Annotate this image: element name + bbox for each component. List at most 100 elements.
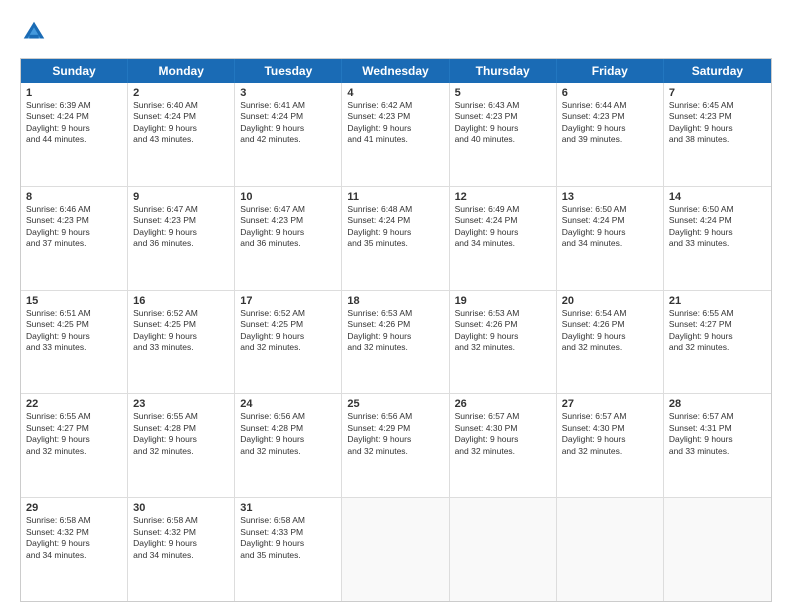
calendar-header-cell: Wednesday <box>342 59 449 83</box>
day-number: 27 <box>562 398 658 410</box>
day-number: 14 <box>669 191 766 203</box>
calendar-cell: 12Sunrise: 6:49 AM Sunset: 4:24 PM Dayli… <box>450 187 557 290</box>
calendar-cell: 26Sunrise: 6:57 AM Sunset: 4:30 PM Dayli… <box>450 394 557 497</box>
day-info: Sunrise: 6:45 AM Sunset: 4:23 PM Dayligh… <box>669 100 766 146</box>
page: SundayMondayTuesdayWednesdayThursdayFrid… <box>0 0 792 612</box>
day-number: 19 <box>455 295 551 307</box>
day-info: Sunrise: 6:55 AM Sunset: 4:27 PM Dayligh… <box>669 308 766 354</box>
day-info: Sunrise: 6:43 AM Sunset: 4:23 PM Dayligh… <box>455 100 551 146</box>
day-info: Sunrise: 6:49 AM Sunset: 4:24 PM Dayligh… <box>455 204 551 250</box>
calendar-cell: 1Sunrise: 6:39 AM Sunset: 4:24 PM Daylig… <box>21 83 128 186</box>
calendar-cell: 22Sunrise: 6:55 AM Sunset: 4:27 PM Dayli… <box>21 394 128 497</box>
day-number: 16 <box>133 295 229 307</box>
day-number: 12 <box>455 191 551 203</box>
calendar-cell: 19Sunrise: 6:53 AM Sunset: 4:26 PM Dayli… <box>450 291 557 394</box>
day-info: Sunrise: 6:56 AM Sunset: 4:28 PM Dayligh… <box>240 411 336 457</box>
calendar-cell: 24Sunrise: 6:56 AM Sunset: 4:28 PM Dayli… <box>235 394 342 497</box>
calendar: SundayMondayTuesdayWednesdayThursdayFrid… <box>20 58 772 602</box>
calendar-cell: 7Sunrise: 6:45 AM Sunset: 4:23 PM Daylig… <box>664 83 771 186</box>
calendar-cell: 13Sunrise: 6:50 AM Sunset: 4:24 PM Dayli… <box>557 187 664 290</box>
day-info: Sunrise: 6:57 AM Sunset: 4:30 PM Dayligh… <box>455 411 551 457</box>
day-info: Sunrise: 6:57 AM Sunset: 4:31 PM Dayligh… <box>669 411 766 457</box>
day-number: 30 <box>133 502 229 514</box>
calendar-cell: 4Sunrise: 6:42 AM Sunset: 4:23 PM Daylig… <box>342 83 449 186</box>
day-info: Sunrise: 6:54 AM Sunset: 4:26 PM Dayligh… <box>562 308 658 354</box>
calendar-cell: 16Sunrise: 6:52 AM Sunset: 4:25 PM Dayli… <box>128 291 235 394</box>
day-info: Sunrise: 6:41 AM Sunset: 4:24 PM Dayligh… <box>240 100 336 146</box>
day-number: 15 <box>26 295 122 307</box>
day-info: Sunrise: 6:51 AM Sunset: 4:25 PM Dayligh… <box>26 308 122 354</box>
day-number: 31 <box>240 502 336 514</box>
day-info: Sunrise: 6:50 AM Sunset: 4:24 PM Dayligh… <box>562 204 658 250</box>
calendar-cell: 10Sunrise: 6:47 AM Sunset: 4:23 PM Dayli… <box>235 187 342 290</box>
calendar-header-cell: Friday <box>557 59 664 83</box>
calendar-header-cell: Tuesday <box>235 59 342 83</box>
day-info: Sunrise: 6:58 AM Sunset: 4:32 PM Dayligh… <box>26 515 122 561</box>
calendar-header-cell: Sunday <box>21 59 128 83</box>
day-info: Sunrise: 6:52 AM Sunset: 4:25 PM Dayligh… <box>240 308 336 354</box>
calendar-body: 1Sunrise: 6:39 AM Sunset: 4:24 PM Daylig… <box>21 83 771 601</box>
calendar-cell: 5Sunrise: 6:43 AM Sunset: 4:23 PM Daylig… <box>450 83 557 186</box>
calendar-cell: 17Sunrise: 6:52 AM Sunset: 4:25 PM Dayli… <box>235 291 342 394</box>
day-number: 17 <box>240 295 336 307</box>
day-number: 1 <box>26 87 122 99</box>
day-info: Sunrise: 6:58 AM Sunset: 4:33 PM Dayligh… <box>240 515 336 561</box>
calendar-cell: 31Sunrise: 6:58 AM Sunset: 4:33 PM Dayli… <box>235 498 342 601</box>
day-info: Sunrise: 6:39 AM Sunset: 4:24 PM Dayligh… <box>26 100 122 146</box>
calendar-cell: 11Sunrise: 6:48 AM Sunset: 4:24 PM Dayli… <box>342 187 449 290</box>
calendar-cell: 3Sunrise: 6:41 AM Sunset: 4:24 PM Daylig… <box>235 83 342 186</box>
calendar-cell: 27Sunrise: 6:57 AM Sunset: 4:30 PM Dayli… <box>557 394 664 497</box>
logo-icon <box>20 18 48 46</box>
calendar-header-cell: Saturday <box>664 59 771 83</box>
day-info: Sunrise: 6:48 AM Sunset: 4:24 PM Dayligh… <box>347 204 443 250</box>
calendar-cell <box>342 498 449 601</box>
day-number: 8 <box>26 191 122 203</box>
day-number: 9 <box>133 191 229 203</box>
day-number: 6 <box>562 87 658 99</box>
calendar-cell <box>664 498 771 601</box>
day-info: Sunrise: 6:47 AM Sunset: 4:23 PM Dayligh… <box>240 204 336 250</box>
day-info: Sunrise: 6:40 AM Sunset: 4:24 PM Dayligh… <box>133 100 229 146</box>
calendar-cell <box>450 498 557 601</box>
day-number: 22 <box>26 398 122 410</box>
calendar-row: 15Sunrise: 6:51 AM Sunset: 4:25 PM Dayli… <box>21 291 771 395</box>
calendar-cell: 23Sunrise: 6:55 AM Sunset: 4:28 PM Dayli… <box>128 394 235 497</box>
calendar-cell: 9Sunrise: 6:47 AM Sunset: 4:23 PM Daylig… <box>128 187 235 290</box>
day-number: 23 <box>133 398 229 410</box>
calendar-cell: 30Sunrise: 6:58 AM Sunset: 4:32 PM Dayli… <box>128 498 235 601</box>
day-number: 26 <box>455 398 551 410</box>
calendar-cell <box>557 498 664 601</box>
day-number: 20 <box>562 295 658 307</box>
calendar-row: 22Sunrise: 6:55 AM Sunset: 4:27 PM Dayli… <box>21 394 771 498</box>
header <box>20 18 772 46</box>
calendar-cell: 14Sunrise: 6:50 AM Sunset: 4:24 PM Dayli… <box>664 187 771 290</box>
day-number: 28 <box>669 398 766 410</box>
calendar-header: SundayMondayTuesdayWednesdayThursdayFrid… <box>21 59 771 83</box>
day-info: Sunrise: 6:55 AM Sunset: 4:28 PM Dayligh… <box>133 411 229 457</box>
calendar-cell: 21Sunrise: 6:55 AM Sunset: 4:27 PM Dayli… <box>664 291 771 394</box>
calendar-row: 1Sunrise: 6:39 AM Sunset: 4:24 PM Daylig… <box>21 83 771 187</box>
day-info: Sunrise: 6:53 AM Sunset: 4:26 PM Dayligh… <box>455 308 551 354</box>
calendar-row: 29Sunrise: 6:58 AM Sunset: 4:32 PM Dayli… <box>21 498 771 601</box>
calendar-cell: 28Sunrise: 6:57 AM Sunset: 4:31 PM Dayli… <box>664 394 771 497</box>
day-number: 7 <box>669 87 766 99</box>
logo <box>20 18 52 46</box>
day-info: Sunrise: 6:53 AM Sunset: 4:26 PM Dayligh… <box>347 308 443 354</box>
calendar-cell: 2Sunrise: 6:40 AM Sunset: 4:24 PM Daylig… <box>128 83 235 186</box>
calendar-cell: 8Sunrise: 6:46 AM Sunset: 4:23 PM Daylig… <box>21 187 128 290</box>
day-number: 2 <box>133 87 229 99</box>
day-info: Sunrise: 6:46 AM Sunset: 4:23 PM Dayligh… <box>26 204 122 250</box>
day-number: 13 <box>562 191 658 203</box>
calendar-cell: 6Sunrise: 6:44 AM Sunset: 4:23 PM Daylig… <box>557 83 664 186</box>
day-info: Sunrise: 6:58 AM Sunset: 4:32 PM Dayligh… <box>133 515 229 561</box>
day-info: Sunrise: 6:52 AM Sunset: 4:25 PM Dayligh… <box>133 308 229 354</box>
calendar-cell: 29Sunrise: 6:58 AM Sunset: 4:32 PM Dayli… <box>21 498 128 601</box>
calendar-cell: 15Sunrise: 6:51 AM Sunset: 4:25 PM Dayli… <box>21 291 128 394</box>
day-info: Sunrise: 6:44 AM Sunset: 4:23 PM Dayligh… <box>562 100 658 146</box>
calendar-cell: 25Sunrise: 6:56 AM Sunset: 4:29 PM Dayli… <box>342 394 449 497</box>
day-number: 18 <box>347 295 443 307</box>
day-number: 29 <box>26 502 122 514</box>
day-number: 10 <box>240 191 336 203</box>
calendar-header-cell: Thursday <box>450 59 557 83</box>
day-info: Sunrise: 6:47 AM Sunset: 4:23 PM Dayligh… <box>133 204 229 250</box>
